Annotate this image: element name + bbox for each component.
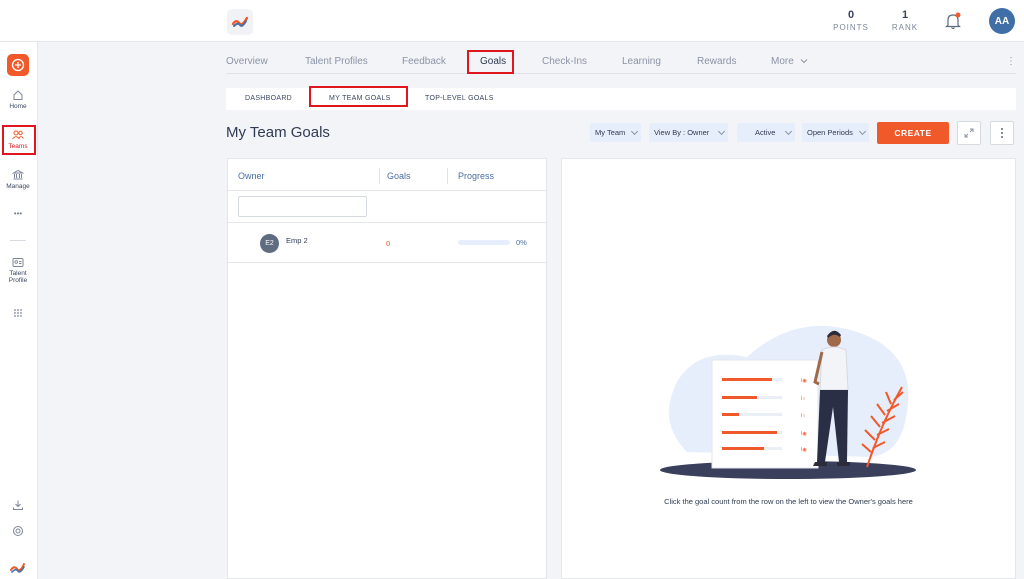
tab-more-label: More bbox=[771, 56, 794, 67]
page-title: My Team Goals bbox=[226, 124, 330, 141]
app-logo[interactable] bbox=[227, 9, 253, 35]
active-sidebar-highlight bbox=[2, 125, 36, 155]
svg-text:I○: I○ bbox=[801, 396, 805, 402]
plus-circle-icon bbox=[11, 58, 25, 72]
lifebuoy-icon bbox=[13, 526, 23, 536]
tab-overview[interactable]: Overview bbox=[226, 56, 268, 67]
column-header-progress[interactable]: Progress bbox=[458, 171, 494, 181]
sidebar-help[interactable] bbox=[0, 525, 36, 539]
column-header-goals[interactable]: Goals bbox=[387, 171, 411, 181]
chevron-down-icon bbox=[717, 127, 726, 136]
tab-check-ins[interactable]: Check-Ins bbox=[542, 56, 587, 67]
goals-tab-highlight bbox=[467, 50, 514, 74]
svg-text:I◉: I◉ bbox=[801, 378, 807, 384]
points-value: 0 bbox=[847, 9, 855, 21]
options-button[interactable] bbox=[990, 121, 1014, 145]
filter-status[interactable]: Active bbox=[737, 123, 795, 142]
user-avatar[interactable]: AA bbox=[989, 8, 1015, 34]
sidebar-item-talent-profile[interactable]: Talent Profile bbox=[0, 257, 36, 284]
filter-team[interactable]: My Team bbox=[590, 123, 641, 142]
filter-view-by[interactable]: View By : Owner bbox=[649, 123, 728, 142]
sidebar-item-manage[interactable]: Manage bbox=[0, 169, 36, 190]
column-divider bbox=[379, 168, 380, 184]
subtab-top-level-goals[interactable]: TOP-LEVEL GOALS bbox=[425, 95, 494, 102]
sidebar-item-label: Home bbox=[9, 103, 27, 110]
points-label: POINTS bbox=[833, 23, 869, 32]
svg-text:I◉: I◉ bbox=[801, 447, 807, 453]
expand-icon bbox=[964, 128, 974, 138]
rank-label: RANK bbox=[891, 23, 919, 32]
filter-periods[interactable]: Open Periods bbox=[802, 123, 869, 142]
column-header-owner[interactable]: Owner bbox=[238, 171, 265, 181]
sidebar-item-more[interactable]: ••• bbox=[0, 209, 36, 218]
progress-percent: 0% bbox=[516, 238, 527, 247]
tab-rewards[interactable]: Rewards bbox=[697, 56, 736, 67]
empty-state-hint: Click the goal count from the row on the… bbox=[664, 497, 913, 506]
download-icon bbox=[13, 500, 23, 510]
avatar: E2 bbox=[260, 234, 279, 253]
notification-bell-icon[interactable] bbox=[945, 12, 961, 30]
more-dots-icon: ••• bbox=[13, 209, 23, 218]
rank-stat[interactable]: 1 RANK bbox=[890, 9, 920, 32]
row-divider bbox=[228, 222, 546, 223]
subtab-dashboard[interactable]: DASHBOARD bbox=[245, 95, 292, 102]
progress-bar bbox=[458, 240, 510, 245]
subtab-highlight bbox=[309, 86, 408, 107]
nav-overflow-icon[interactable]: ⋮ bbox=[1006, 56, 1016, 67]
rank-value: 1 bbox=[901, 9, 909, 21]
points-stat[interactable]: 0 POINTS bbox=[833, 9, 869, 32]
tab-more[interactable]: More bbox=[771, 56, 808, 67]
bank-icon bbox=[12, 169, 24, 180]
top-bar: 0 POINTS 1 RANK AA bbox=[0, 0, 1024, 42]
sidebar-download[interactable] bbox=[0, 499, 36, 513]
chevron-down-icon bbox=[630, 127, 639, 136]
grid-icon bbox=[14, 309, 22, 317]
chevron-down-icon bbox=[858, 127, 867, 136]
owner-table-panel: Owner Goals Progress E2 Emp 2 0 0% bbox=[227, 158, 547, 579]
filter-periods-value: Open Periods bbox=[807, 128, 853, 137]
logo-icon bbox=[231, 16, 249, 27]
sidebar-item-home[interactable]: Home bbox=[0, 89, 36, 110]
filter-view-by-value: View By : Owner bbox=[654, 128, 710, 137]
tab-learning[interactable]: Learning bbox=[622, 56, 661, 67]
owner-name: Emp 2 bbox=[286, 236, 308, 245]
sidebar: Home Teams Manage ••• Talent Profile bbox=[0, 42, 38, 579]
svg-text:I○: I○ bbox=[801, 413, 805, 419]
row-divider bbox=[228, 262, 546, 263]
kebab-menu-icon bbox=[1001, 128, 1003, 138]
sidebar-item-apps[interactable] bbox=[0, 308, 36, 320]
tab-feedback[interactable]: Feedback bbox=[402, 56, 446, 67]
goal-detail-panel: I◉ I○ I○ I◉ I◉ Click the goal count from… bbox=[561, 158, 1016, 579]
owner-search-input[interactable] bbox=[238, 196, 367, 217]
create-button[interactable]: CREATE bbox=[877, 122, 949, 144]
id-card-icon bbox=[12, 258, 24, 267]
chevron-down-icon bbox=[784, 127, 793, 136]
svg-text:I◉: I◉ bbox=[801, 431, 807, 437]
sidebar-divider bbox=[10, 240, 26, 241]
main-nav-tabs: Overview Talent Profiles Feedback Goals … bbox=[226, 42, 1016, 74]
goals-illustration: I◉ I○ I○ I◉ I◉ bbox=[660, 325, 916, 479]
logo-icon bbox=[10, 563, 25, 573]
sidebar-brand bbox=[0, 561, 36, 577]
goal-count-link[interactable]: 0 bbox=[386, 239, 390, 248]
sidebar-item-label: Manage bbox=[6, 183, 30, 190]
add-button[interactable] bbox=[7, 54, 29, 76]
sidebar-item-label: Talent Profile bbox=[8, 270, 28, 284]
expand-button[interactable] bbox=[957, 121, 981, 145]
chevron-down-icon bbox=[800, 59, 807, 64]
column-divider bbox=[447, 168, 448, 184]
home-icon bbox=[13, 90, 23, 100]
filter-team-value: My Team bbox=[595, 128, 626, 137]
header-divider bbox=[228, 190, 546, 191]
filter-status-value: Active bbox=[755, 128, 776, 137]
tab-talent-profiles[interactable]: Talent Profiles bbox=[305, 56, 368, 67]
